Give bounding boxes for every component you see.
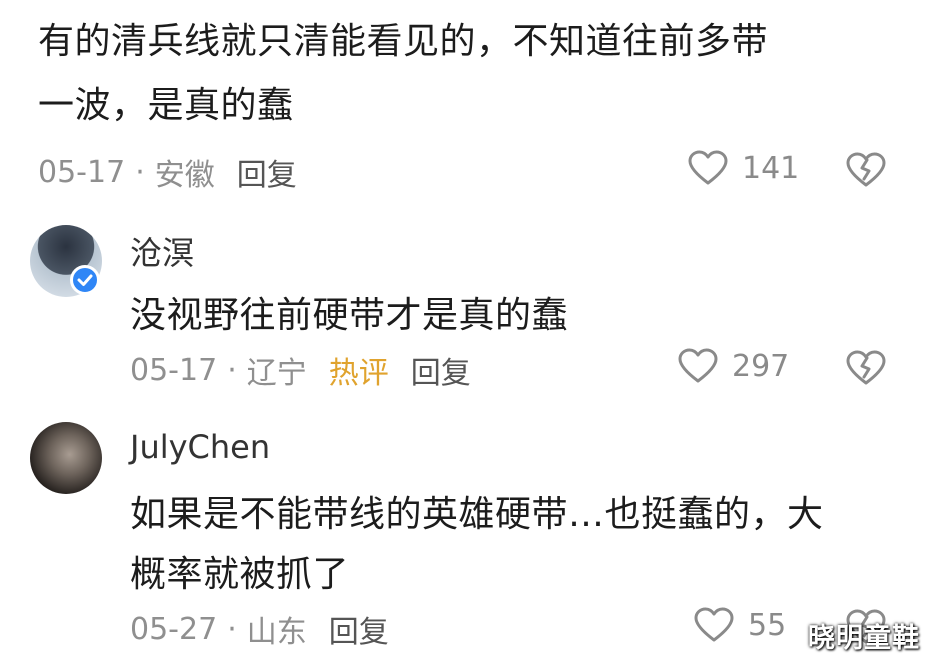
dislike-button[interactable] <box>846 152 886 188</box>
comment-date: 05-27 <box>130 611 218 647</box>
like-count: 297 <box>732 348 790 384</box>
reply-1-text: 没视野往前硬带才是真的蠢 <box>130 295 569 336</box>
username[interactable]: JulyChen <box>130 428 270 466</box>
broken-heart-icon <box>846 152 886 187</box>
reply-button[interactable]: 回复 <box>329 607 389 651</box>
reply-button[interactable]: 回复 <box>237 150 297 194</box>
broken-heart-icon <box>846 350 886 385</box>
comment-date: 05-17 <box>38 154 126 190</box>
reply-1-meta: 05-17 · 辽宁 热评 回复 <box>130 348 471 392</box>
comment-top-meta: 05-17 · 安徽 回复 <box>38 150 297 194</box>
meta-separator: · <box>135 154 145 190</box>
reply-button[interactable]: 回复 <box>411 348 471 392</box>
meta-separator: · <box>227 611 237 647</box>
comment-top-text-line2: 一波，是真的蠢 <box>38 85 294 126</box>
comment-location: 山东 <box>246 615 307 650</box>
like-button[interactable]: 55 <box>694 607 786 643</box>
like-button[interactable]: 141 <box>688 150 799 186</box>
heart-outline-icon <box>688 150 728 185</box>
verified-badge-icon <box>70 265 100 295</box>
reply-2-text-line1: 如果是不能带线的英雄硬带…也挺蠢的，大 <box>130 494 824 535</box>
dislike-button[interactable] <box>846 350 886 386</box>
hot-comment-tag: 热评 <box>328 356 389 391</box>
like-count: 141 <box>742 150 800 186</box>
heart-outline-icon <box>678 348 718 383</box>
comment-top-text-line1: 有的清兵线就只清能看见的，不知道往前多带 <box>38 21 769 62</box>
avatar[interactable] <box>30 422 102 494</box>
comment-location: 安徽 <box>154 158 215 193</box>
heart-outline-icon <box>694 607 734 642</box>
reply-2-text-line2: 概率就被抓了 <box>130 554 350 595</box>
like-button[interactable]: 297 <box>678 348 789 384</box>
comment-location: 辽宁 <box>246 356 307 391</box>
reply-2-meta: 05-27 · 山东 回复 <box>130 607 389 651</box>
like-count: 55 <box>748 607 787 643</box>
comment-date: 05-17 <box>130 352 218 388</box>
meta-separator: · <box>227 352 237 388</box>
watermark: 晓明童鞋 <box>808 623 920 654</box>
username[interactable]: 沧溟 <box>130 228 194 274</box>
